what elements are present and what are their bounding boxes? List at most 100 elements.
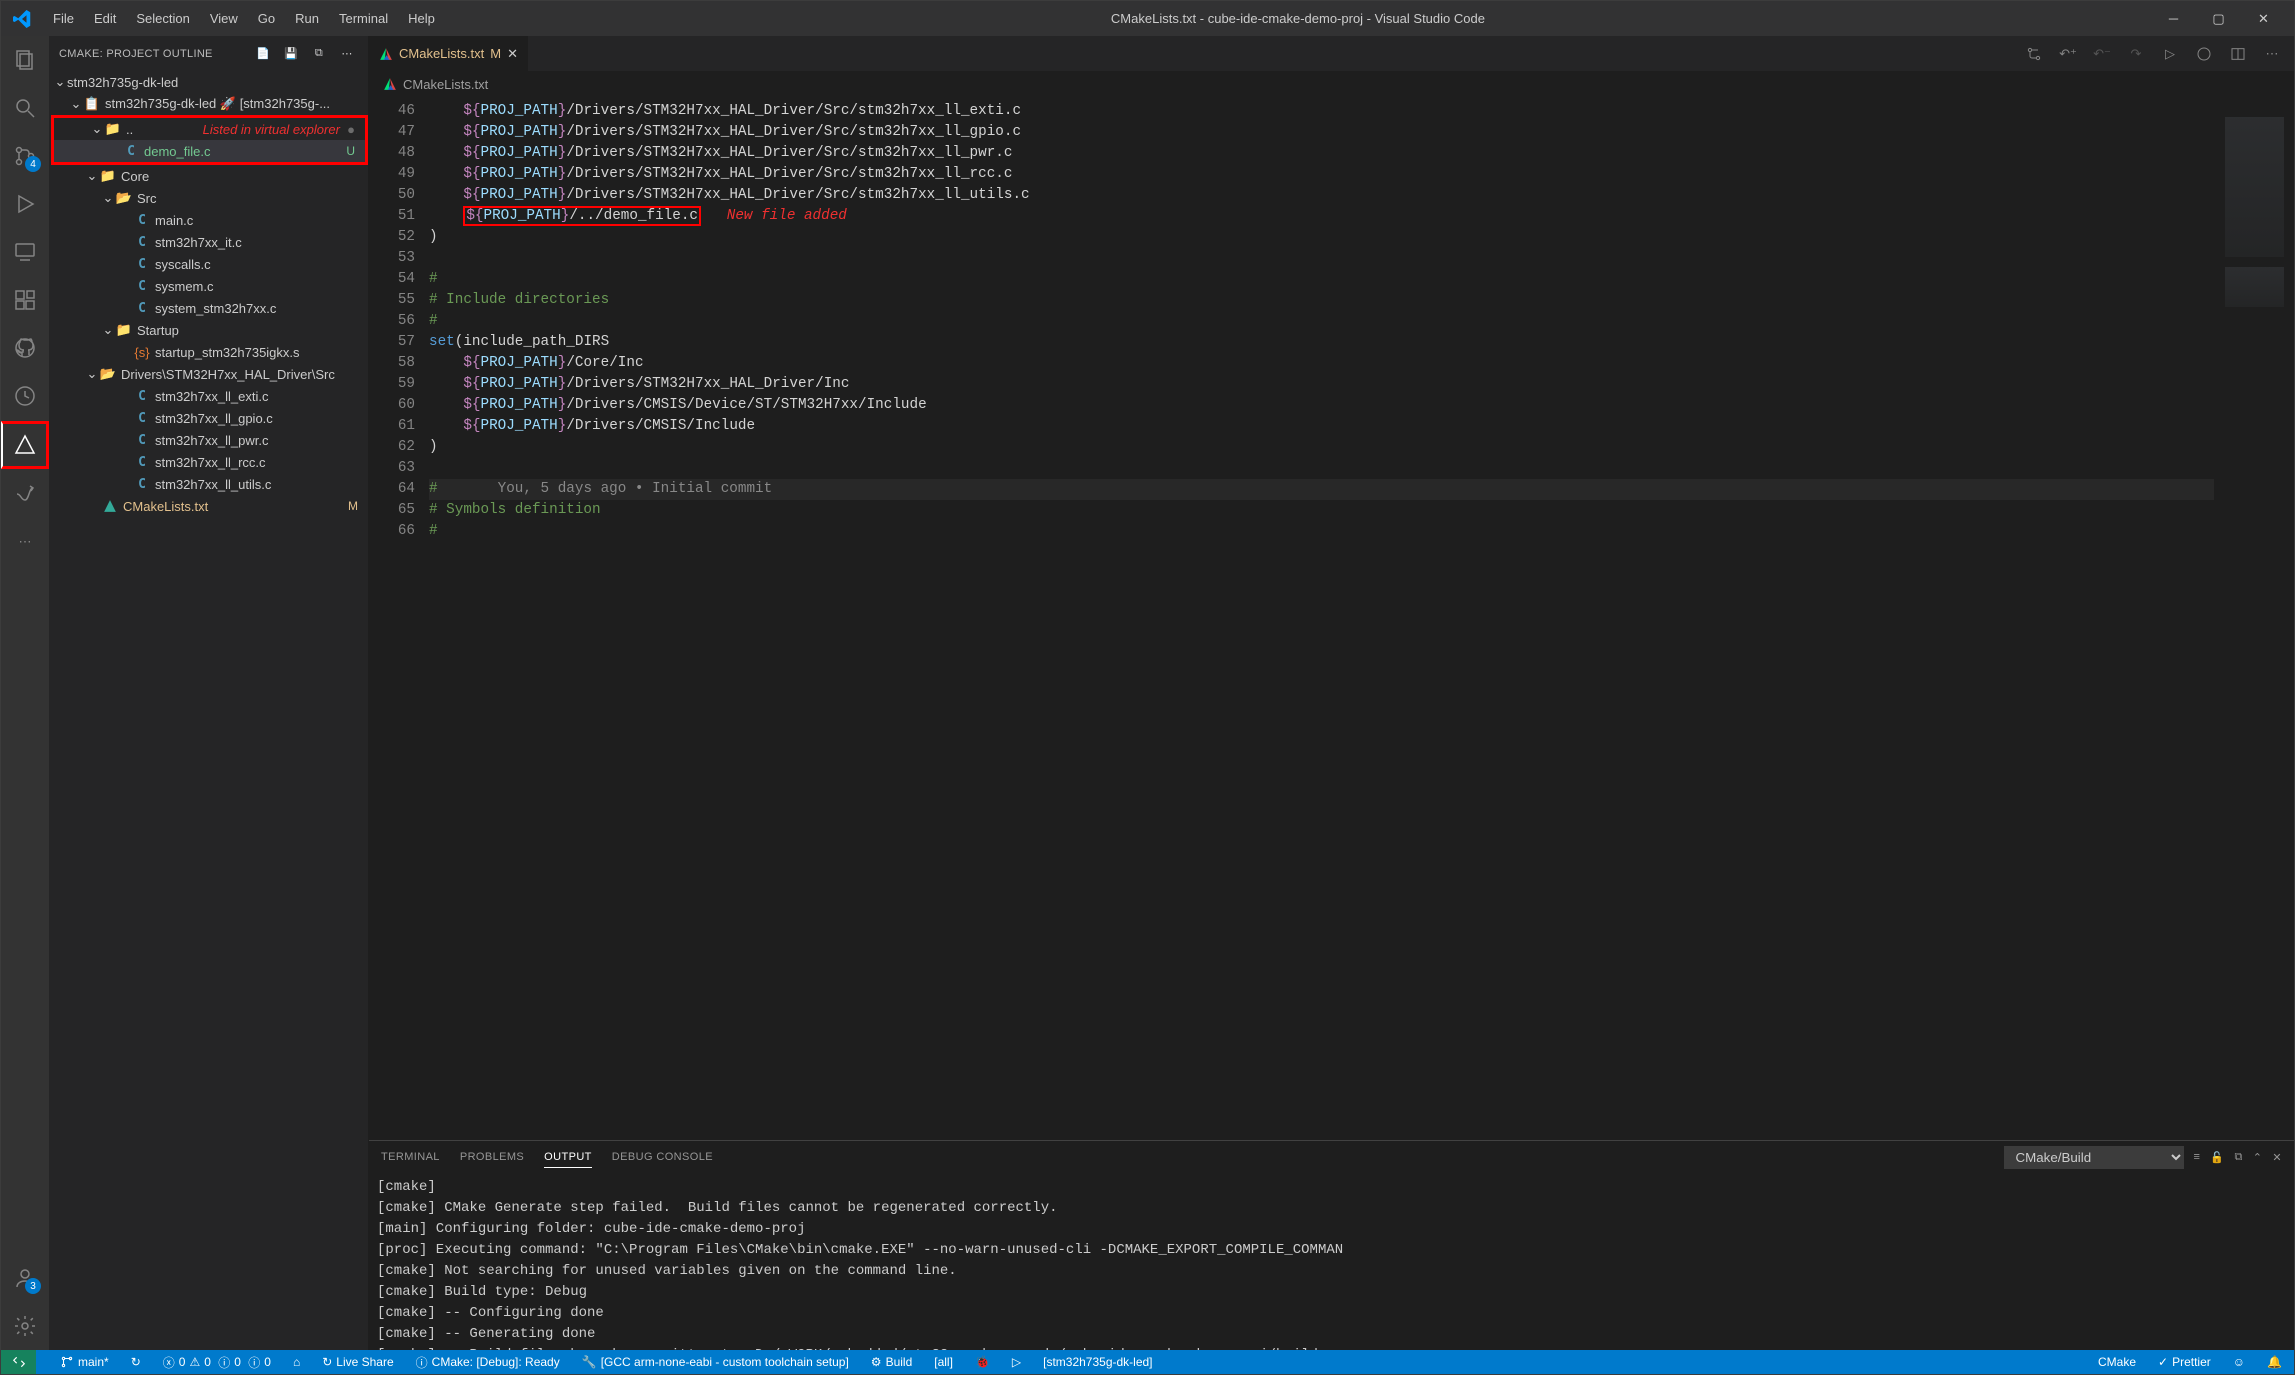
panel-tab-problems[interactable]: PROBLEMS xyxy=(460,1147,524,1167)
sidebar-action-newfile-icon[interactable]: 📄 xyxy=(252,43,274,65)
tree-file[interactable]: Csysmem.c xyxy=(49,275,368,297)
status-launch-target[interactable]: [stm32h735g-dk-led] xyxy=(1039,1350,1156,1374)
status-branch[interactable]: main* xyxy=(56,1350,113,1374)
status-build[interactable]: ⚙ Build xyxy=(867,1350,916,1374)
activity-more[interactable]: ⋯ xyxy=(1,518,49,566)
status-language[interactable]: CMake xyxy=(2094,1350,2140,1374)
status-prettier[interactable]: ✓ Prettier xyxy=(2154,1350,2215,1374)
status-target-all[interactable]: [all] xyxy=(930,1350,957,1374)
editor-area: CMakeLists.txt M ✕ ↶⁺ ↶⁻ ↷ ▷ ⋯ CMakeLis xyxy=(369,36,2294,1350)
activity-run-debug[interactable] xyxy=(1,180,49,228)
code-content[interactable]: ${PROJ_PATH}/Drivers/STM32H7xx_HAL_Drive… xyxy=(429,97,2214,1140)
status-feedback-icon[interactable]: ☺ xyxy=(2229,1350,2249,1374)
tree-core-folder[interactable]: ⌄📁Core xyxy=(49,165,368,187)
tree-startup-file[interactable]: {s}startup_stm32h735igkx.s xyxy=(49,341,368,363)
menu-terminal[interactable]: Terminal xyxy=(329,1,398,36)
run-icon[interactable]: ▷ xyxy=(2158,46,2182,62)
activity-github[interactable] xyxy=(1,324,49,372)
activity-accounts[interactable]: 3 xyxy=(1,1254,49,1302)
tree-root[interactable]: ⌄stm32h735g-dk-led xyxy=(49,71,368,93)
menu-edit[interactable]: Edit xyxy=(84,1,126,36)
status-liveshare[interactable]: ↻ Live Share xyxy=(318,1350,397,1374)
tree-drivers-folder[interactable]: ⌄📂Drivers\STM32H7xx_HAL_Driver\Src xyxy=(49,363,368,385)
menu-go[interactable]: Go xyxy=(248,1,285,36)
activity-timeline[interactable] xyxy=(1,372,49,420)
activity-scm[interactable]: 4 xyxy=(1,132,49,180)
bottom-panel: TERMINAL PROBLEMS OUTPUT DEBUG CONSOLE C… xyxy=(369,1140,2294,1350)
tree-file[interactable]: Cstm32h7xx_it.c xyxy=(49,231,368,253)
tree-demo-file[interactable]: Cdemo_file.cU xyxy=(54,140,365,162)
minimap[interactable] xyxy=(2214,97,2294,1140)
tree-src-folder[interactable]: ⌄📂Src xyxy=(49,187,368,209)
clear-icon[interactable]: ⧉ xyxy=(2234,1151,2242,1164)
activity-remote-explorer[interactable] xyxy=(1,228,49,276)
sidebar-action-copy-icon[interactable]: ⧉ xyxy=(308,43,330,65)
panel-close-icon[interactable]: ✕ xyxy=(2272,1151,2282,1164)
window-maximize[interactable]: ▢ xyxy=(2196,1,2241,36)
menu-file[interactable]: File xyxy=(43,1,84,36)
menu-selection[interactable]: Selection xyxy=(126,1,199,36)
go-icon[interactable]: ↷ xyxy=(2124,46,2148,62)
split-icon[interactable] xyxy=(2226,46,2250,62)
activity-arrow[interactable] xyxy=(1,470,49,518)
sidebar-action-save-icon[interactable]: 💾 xyxy=(280,43,302,65)
tab-cmakelists[interactable]: CMakeLists.txt M ✕ xyxy=(369,36,529,71)
output-channel-select[interactable]: CMake/Build xyxy=(2004,1146,2184,1169)
tree-file[interactable]: Cstm32h7xx_ll_gpio.c xyxy=(49,407,368,429)
compare-icon[interactable] xyxy=(2022,46,2046,62)
breadcrumb[interactable]: CMakeLists.txt xyxy=(369,71,2294,97)
tree-file[interactable]: Cstm32h7xx_ll_exti.c xyxy=(49,385,368,407)
output-body[interactable]: [cmake] [cmake] CMake Generate step fail… xyxy=(369,1173,2294,1350)
status-sync[interactable]: ↻ xyxy=(127,1350,145,1374)
activity-search[interactable] xyxy=(1,84,49,132)
tree-startup-folder[interactable]: ⌄📁Startup xyxy=(49,319,368,341)
menu-help[interactable]: Help xyxy=(398,1,445,36)
tree-file[interactable]: Cstm32h7xx_ll_rcc.c xyxy=(49,451,368,473)
annotation-text: Listed in virtual explorer xyxy=(203,122,340,137)
tree-subproject[interactable]: ⌄📋stm32h735g-dk-led 🚀 [stm32h735g-... xyxy=(49,93,368,115)
revert-icon[interactable]: ↶⁺ xyxy=(2056,46,2080,62)
tree: ⌄stm32h735g-dk-led ⌄📋stm32h735g-dk-led 🚀… xyxy=(49,71,368,1350)
status-toolchain[interactable]: 🔧 [GCC arm-none-eabi - custom toolchain … xyxy=(578,1350,853,1374)
filter-icon[interactable]: ≡ xyxy=(2194,1151,2201,1163)
panel-tabs: TERMINAL PROBLEMS OUTPUT DEBUG CONSOLE C… xyxy=(369,1141,2294,1173)
lock-icon[interactable]: 🔓 xyxy=(2210,1151,2224,1164)
menu-run[interactable]: Run xyxy=(285,1,329,36)
activity-cmake[interactable] xyxy=(1,421,49,469)
panel-tab-output[interactable]: OUTPUT xyxy=(544,1147,592,1168)
breadcrumb-label: CMakeLists.txt xyxy=(403,77,488,92)
tree-dotdot-folder[interactable]: ⌄📁..Listed in virtual explorer ● xyxy=(54,118,365,140)
activity-extensions[interactable] xyxy=(1,276,49,324)
cmake-file-icon xyxy=(383,77,397,91)
tree-file[interactable]: Cstm32h7xx_ll_pwr.c xyxy=(49,429,368,451)
tree-file[interactable]: Csyscalls.c xyxy=(49,253,368,275)
tree-file[interactable]: Cmain.c xyxy=(49,209,368,231)
tab-close-icon[interactable]: ✕ xyxy=(507,46,518,62)
status-problems[interactable]: ⓧ 0 ⚠ 0 ⓘ 0 ⓘ 0 xyxy=(159,1350,275,1374)
vscode-logo xyxy=(9,6,35,32)
tree-cmakelists[interactable]: CMakeLists.txtM xyxy=(49,495,368,517)
activity-settings[interactable] xyxy=(1,1302,49,1350)
window-title: CMakeLists.txt - cube-ide-cmake-demo-pro… xyxy=(445,11,2151,26)
more-icon[interactable]: ⋯ xyxy=(2260,46,2284,62)
panel-tab-terminal[interactable]: TERMINAL xyxy=(381,1147,440,1167)
remote-indicator[interactable] xyxy=(1,1350,36,1374)
status-launch-icon[interactable]: ▷ xyxy=(1008,1350,1025,1374)
menu-view[interactable]: View xyxy=(200,1,248,36)
panel-tab-debugconsole[interactable]: DEBUG CONSOLE xyxy=(612,1147,713,1167)
window-minimize[interactable]: ─ xyxy=(2151,1,2196,36)
sidebar-action-more-icon[interactable]: ⋯ xyxy=(336,43,358,65)
status-bell-icon[interactable]: 🔔 xyxy=(2263,1350,2286,1374)
accounts-badge: 3 xyxy=(25,1278,41,1294)
revert2-icon[interactable]: ↶⁻ xyxy=(2090,46,2114,62)
status-cmake[interactable]: ⓘ CMake: [Debug]: Ready xyxy=(412,1350,564,1374)
tree-file[interactable]: Csystem_stm32h7xx.c xyxy=(49,297,368,319)
timeline-icon[interactable] xyxy=(2192,46,2216,62)
panel-maximize-icon[interactable]: ⌃ xyxy=(2253,1151,2263,1164)
tab-status: M xyxy=(490,46,501,61)
status-home-icon[interactable]: ⌂ xyxy=(289,1350,304,1374)
tree-file[interactable]: Cstm32h7xx_ll_utils.c xyxy=(49,473,368,495)
activity-explorer[interactable] xyxy=(1,36,49,84)
window-close[interactable]: ✕ xyxy=(2241,1,2286,36)
status-debug-icon[interactable]: 🐞 xyxy=(971,1350,994,1374)
